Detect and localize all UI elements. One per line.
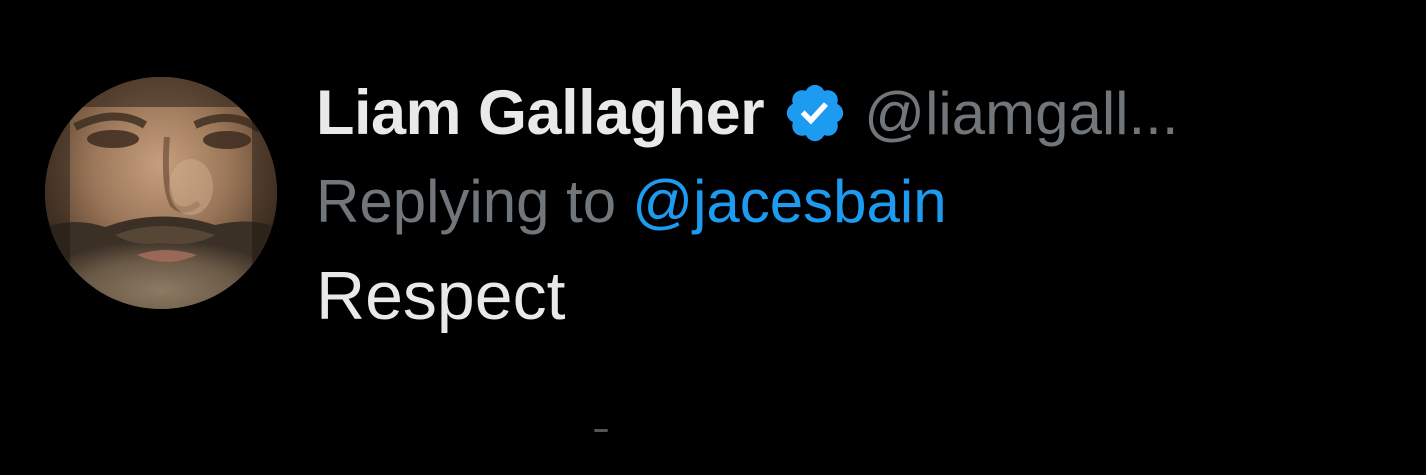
tweet-content: Liam Gallagher @liamgall... Replying to …: [316, 70, 1396, 346]
divider-mark: [594, 429, 608, 432]
tweet-card[interactable]: Liam Gallagher @liamgall... Replying to …: [0, 0, 1426, 475]
reply-context: Replying to @jacesbain: [316, 156, 1396, 246]
avatar-photo: [45, 77, 277, 309]
reply-handle-link[interactable]: @jacesbain: [632, 167, 946, 236]
verified-badge-icon: [782, 80, 848, 146]
tweet-text: Respect: [316, 258, 566, 334]
tweet-header: Liam Gallagher @liamgall...: [316, 70, 1396, 156]
author-handle[interactable]: @liamgall...: [864, 79, 1178, 148]
author-display-name[interactable]: Liam Gallagher: [316, 77, 765, 149]
avatar[interactable]: [45, 77, 277, 309]
reply-label: Replying to: [316, 167, 617, 235]
